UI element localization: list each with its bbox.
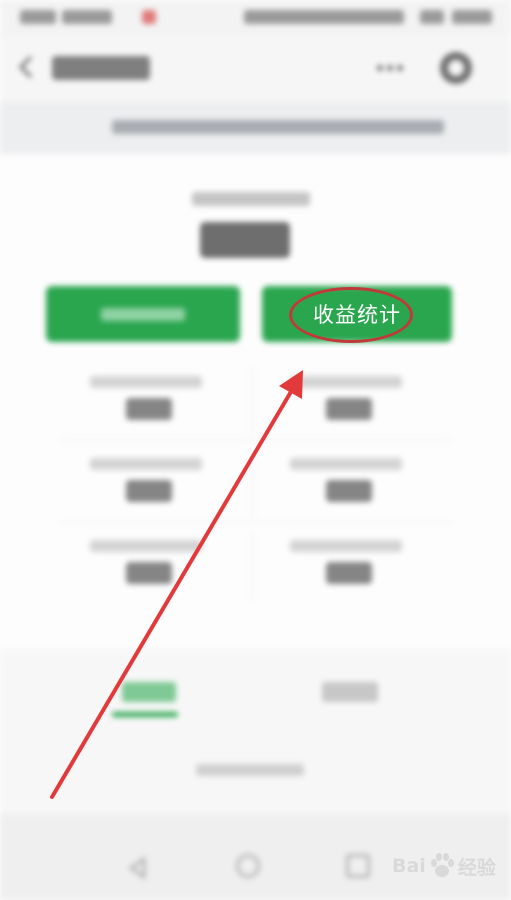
annotation-circle bbox=[289, 287, 413, 343]
page-title bbox=[52, 56, 150, 80]
back-arrow-icon[interactable] bbox=[14, 54, 40, 80]
watermark-brand-left: Bai bbox=[392, 855, 426, 877]
stat-cell bbox=[90, 376, 290, 436]
stat-cell bbox=[90, 540, 290, 600]
notice-text bbox=[112, 120, 444, 134]
tab-active-indicator bbox=[112, 712, 178, 717]
watermark-brand-right: 经验 bbox=[457, 856, 496, 879]
blurred-background bbox=[0, 0, 511, 900]
tab-first[interactable] bbox=[122, 682, 176, 702]
stat-cell bbox=[290, 376, 490, 436]
stats-divider bbox=[60, 440, 452, 441]
watermark: Bai 经验 bbox=[392, 843, 504, 889]
withdraw-button-label bbox=[101, 308, 185, 321]
paw-icon bbox=[430, 853, 454, 877]
stat-cell bbox=[90, 458, 290, 518]
records-section bbox=[0, 650, 511, 814]
stats-divider bbox=[60, 522, 452, 523]
page-header bbox=[0, 36, 511, 102]
more-icon[interactable] bbox=[376, 62, 404, 74]
target-icon[interactable] bbox=[440, 52, 472, 84]
notice-banner bbox=[0, 102, 511, 154]
status-bar bbox=[0, 0, 511, 36]
nav-home-icon[interactable] bbox=[236, 854, 260, 878]
nav-recent-icon[interactable] bbox=[346, 854, 370, 878]
stat-cell bbox=[290, 458, 490, 518]
stat-cell bbox=[290, 540, 490, 600]
balance-label bbox=[192, 192, 310, 206]
tab-second[interactable] bbox=[322, 682, 378, 702]
balance-value bbox=[200, 222, 290, 258]
empty-state-text bbox=[196, 764, 304, 776]
nav-back-icon[interactable] bbox=[126, 856, 150, 880]
withdraw-button[interactable] bbox=[46, 286, 240, 342]
